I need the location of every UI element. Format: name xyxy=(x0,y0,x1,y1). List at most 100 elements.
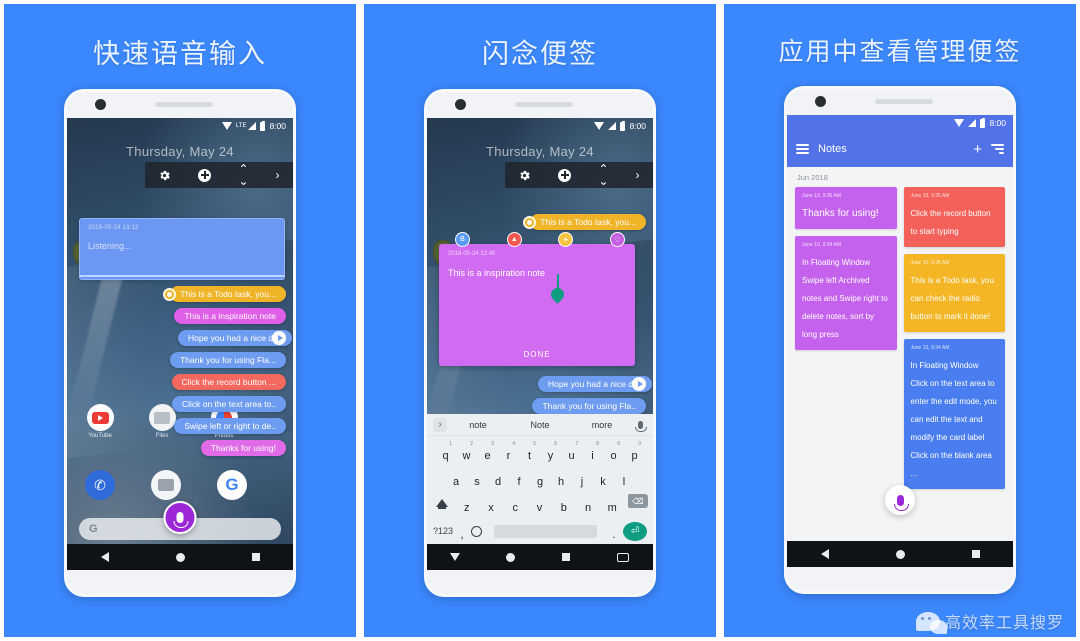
key[interactable]: d xyxy=(490,468,507,488)
key[interactable]: 6y xyxy=(542,441,559,462)
key[interactable]: n xyxy=(580,494,597,514)
key[interactable]: g xyxy=(532,468,549,488)
back-button-icon[interactable] xyxy=(100,552,109,562)
key[interactable]: 9o xyxy=(605,441,622,462)
bubble-row[interactable]: Click on the text area to.. xyxy=(67,396,286,412)
bubble-row[interactable]: Thank you for using Fla.. xyxy=(427,398,646,414)
plus-circle-icon[interactable] xyxy=(198,168,212,182)
bubble-row[interactable]: This is a Todo task, you... xyxy=(67,286,286,302)
plus-circle-icon[interactable] xyxy=(558,168,572,182)
backspace-icon[interactable]: ⌫ xyxy=(628,494,648,508)
google-icon[interactable]: G xyxy=(217,470,247,500)
bubble-row[interactable]: Swipe left or right to de.. xyxy=(67,418,286,434)
plus-icon[interactable]: + xyxy=(973,142,982,157)
chevron-right-icon[interactable]: › xyxy=(276,169,280,181)
key[interactable]: v xyxy=(531,494,548,514)
gear-icon[interactable] xyxy=(158,169,171,182)
symbols-key[interactable]: ?123 xyxy=(433,526,453,536)
keyboard-switch-icon[interactable] xyxy=(617,552,630,562)
note-card[interactable]: June 10, 9:35 AM Click the record button… xyxy=(903,187,1005,247)
edit-card-text[interactable]: This is a inspiration note xyxy=(448,268,545,278)
note-card[interactable]: June 10, 9:36 AM Thanks for using! xyxy=(795,187,897,229)
mic-icon[interactable] xyxy=(633,420,647,432)
key[interactable]: k xyxy=(595,468,612,488)
messages-icon[interactable] xyxy=(151,470,181,500)
hamburger-menu-icon[interactable] xyxy=(796,144,809,154)
sort-icon[interactable] xyxy=(991,144,1004,154)
key[interactable]: z xyxy=(458,494,475,514)
recents-button-icon[interactable] xyxy=(251,553,260,561)
note-edit-card[interactable]: 2018-05-24 12:40 This is a inspiration n… xyxy=(439,244,635,366)
key[interactable]: h xyxy=(553,468,570,488)
chevron-right-icon[interactable]: › xyxy=(433,417,447,432)
key[interactable]: a xyxy=(448,468,465,488)
suggestion-bar[interactable]: › note Note more xyxy=(427,414,653,436)
todo-radio-icon[interactable] xyxy=(163,287,177,301)
text-cursor-handle[interactable] xyxy=(557,274,559,290)
bubble-label[interactable]: This is a inspiration note xyxy=(174,308,286,324)
bubble-label[interactable]: Thanks for using! xyxy=(200,440,286,456)
listening-card[interactable]: 2018-05-24 13:12 Listening... xyxy=(79,218,285,280)
soft-keyboard[interactable]: › note Note more 1q 2w 3e 4r 5t 6y 7u 8 … xyxy=(427,414,653,544)
label-yellow-icon[interactable]: ✦ xyxy=(558,232,574,247)
play-icon[interactable] xyxy=(632,377,646,391)
key[interactable]: 7u xyxy=(563,441,580,462)
key[interactable]: 0p xyxy=(626,441,643,462)
bubble-row[interactable]: This is a Todo task, you... xyxy=(427,214,646,230)
key[interactable]: m xyxy=(604,494,621,514)
bubble-label[interactable]: Click on the text area to.. xyxy=(171,396,286,412)
done-button[interactable]: DONE xyxy=(439,350,635,359)
emoji-icon[interactable] xyxy=(471,525,483,537)
key[interactable]: 3e xyxy=(479,441,496,462)
bubble-label[interactable]: This is a Todo task, you... xyxy=(530,214,646,230)
bubble-label[interactable]: Click the record button ... xyxy=(171,374,286,390)
key[interactable]: 4r xyxy=(500,441,517,462)
key[interactable]: 2w xyxy=(458,441,475,462)
mic-record-button[interactable] xyxy=(163,501,197,534)
back-button-icon[interactable] xyxy=(820,549,829,559)
home-button-icon[interactable] xyxy=(175,552,185,562)
phone-icon[interactable]: ✆ xyxy=(85,470,115,500)
key[interactable]: b xyxy=(555,494,572,514)
bubble-row[interactable]: Click the record button ... xyxy=(67,374,286,390)
gear-icon[interactable] xyxy=(518,169,531,182)
label-blue-icon[interactable]: B xyxy=(455,232,470,247)
note-card[interactable]: June 10, 9:34 AM In Floating Window Swip… xyxy=(795,236,897,350)
bubble-label[interactable]: Swipe left or right to de.. xyxy=(174,418,286,434)
bubble-row[interactable]: Thanks for using! xyxy=(67,440,286,456)
bubble-label[interactable]: This is a Todo task, you... xyxy=(170,286,286,302)
label-picker-row[interactable]: B ▲ ✦ ♡ xyxy=(455,232,625,247)
recents-button-icon[interactable] xyxy=(971,550,980,558)
key[interactable]: 5t xyxy=(521,441,538,462)
mic-record-button[interactable] xyxy=(885,485,915,515)
key[interactable]: l xyxy=(616,468,633,488)
key[interactable]: c xyxy=(507,494,524,514)
note-card[interactable]: June 10, 9:35 AM This is a Todo task, yo… xyxy=(903,254,1005,332)
key[interactable]: f xyxy=(511,468,528,488)
key[interactable]: x xyxy=(483,494,500,514)
suggestion-item[interactable]: note xyxy=(447,420,509,430)
key[interactable]: 8i xyxy=(584,441,601,462)
shift-icon[interactable] xyxy=(432,494,451,512)
bubble-row[interactable]: Hope you had a nice day xyxy=(427,376,652,392)
bubble-row[interactable]: Thank you for using Fla... xyxy=(67,352,286,368)
comma-key[interactable]: , xyxy=(457,521,467,541)
hide-keyboard-icon[interactable] xyxy=(449,553,460,561)
key[interactable]: 1q xyxy=(437,441,454,462)
label-red-icon[interactable]: ▲ xyxy=(506,232,522,247)
suggestion-item[interactable]: more xyxy=(571,420,633,430)
space-bar[interactable] xyxy=(494,524,597,538)
bubble-label[interactable]: Thank you for using Fla.. xyxy=(532,398,646,414)
note-card[interactable]: June 10, 9:34 AM In Floating Window Clic… xyxy=(903,339,1005,489)
key[interactable]: j xyxy=(574,468,591,488)
suggestion-item[interactable]: Note xyxy=(509,420,571,430)
recents-button-icon[interactable] xyxy=(562,553,571,561)
play-icon[interactable] xyxy=(272,331,286,345)
chevron-right-icon[interactable]: › xyxy=(636,169,640,181)
key[interactable]: s xyxy=(469,468,486,488)
floating-toolbar[interactable]: ⌃ ⌄ › xyxy=(145,162,293,188)
up-down-arrow-icon[interactable]: ⌃ ⌄ xyxy=(238,163,248,187)
todo-radio-icon[interactable] xyxy=(523,215,537,229)
label-purple-icon[interactable]: ♡ xyxy=(609,232,625,247)
up-down-arrow-icon[interactable]: ⌃ ⌄ xyxy=(598,163,608,187)
